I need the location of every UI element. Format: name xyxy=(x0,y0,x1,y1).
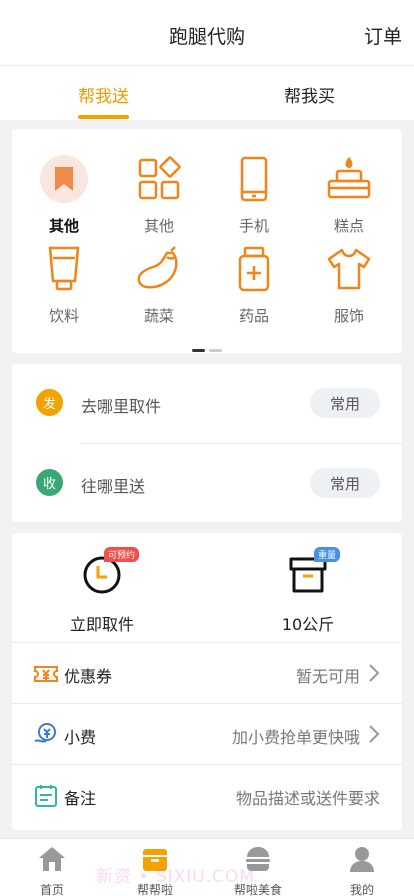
pager-dot xyxy=(209,349,222,352)
tshirt-icon xyxy=(325,245,373,293)
address-card: 发 去哪里取件 常用 收 往哪里送 常用 xyxy=(12,364,402,522)
chevron-right-icon xyxy=(369,664,380,682)
note-label: 备注 xyxy=(64,789,97,808)
medicine-bottle-icon xyxy=(230,245,278,293)
category-clothing[interactable]: 服饰 xyxy=(309,245,389,326)
category-vegetables[interactable]: 蔬菜 xyxy=(119,245,199,326)
weight-tag: 重量 xyxy=(314,547,341,562)
tube-icon xyxy=(40,245,88,293)
category-phone[interactable]: 手机 xyxy=(214,155,294,236)
coupon-label: 优惠券 xyxy=(64,667,113,686)
active-tab-indicator xyxy=(78,115,129,119)
tab-buy[interactable]: 帮我买 xyxy=(284,82,335,107)
note-value[interactable]: 物品描述或送件要求 xyxy=(236,785,380,809)
category-other-selected[interactable]: 其他 xyxy=(24,155,104,236)
reservable-tag: 可预约 xyxy=(104,547,140,562)
category-cake[interactable]: 糕点 xyxy=(309,155,389,236)
dropoff-address-row[interactable]: 收 往哪里送 常用 xyxy=(12,444,402,522)
user-icon xyxy=(350,847,374,872)
dropoff-frequent-button[interactable]: 常用 xyxy=(310,468,380,498)
pickup-address-row[interactable]: 发 去哪里取件 常用 xyxy=(12,364,402,442)
grid-shapes-icon xyxy=(135,155,183,203)
dropoff-badge: 收 xyxy=(36,469,63,496)
order-options-card: 可预约 立即取件 重量 10公斤 优惠券 暂无可用 小费 加小费抢单更快哦 备注… xyxy=(12,533,402,830)
nav-label: 我的 xyxy=(349,883,374,896)
pager-dot-active xyxy=(192,349,205,352)
pickup-time-option[interactable]: 可预约 立即取件 xyxy=(42,547,162,635)
coupon-value: 暂无可用 xyxy=(295,667,360,686)
category-label: 蔬菜 xyxy=(143,307,174,325)
page-title: 跑腿代购 xyxy=(168,26,245,48)
eggplant-icon xyxy=(135,245,183,293)
tip-row[interactable]: 小费 加小费抢单更快哦 xyxy=(12,704,402,765)
pickup-address-placeholder[interactable]: 去哪里取件 xyxy=(81,393,161,417)
category-label: 药品 xyxy=(238,307,269,325)
category-pager xyxy=(192,337,226,356)
pickup-time-label: 立即取件 xyxy=(69,615,134,634)
note-icon xyxy=(35,785,57,807)
category-label: 其他 xyxy=(48,217,79,235)
coupon-row[interactable]: 优惠券 暂无可用 xyxy=(12,643,402,704)
nav-label: 首页 xyxy=(39,883,64,896)
tip-value: 加小费抢单更快哦 xyxy=(231,728,360,747)
orders-link[interactable]: 订单 xyxy=(364,22,402,49)
home-icon xyxy=(39,847,65,871)
top-bar: 跑腿代购 订单 xyxy=(0,0,414,66)
category-label: 糕点 xyxy=(333,217,364,235)
category-label: 饮料 xyxy=(48,307,79,325)
category-drinks[interactable]: 饮料 xyxy=(24,245,104,326)
pickup-badge: 发 xyxy=(36,389,63,416)
category-label: 其他 xyxy=(143,217,174,235)
note-row[interactable]: 备注 物品描述或送件要求 xyxy=(12,765,402,826)
category-label: 手机 xyxy=(238,217,269,235)
watermark: 新资 • SIXIU.COM xyxy=(96,867,256,887)
category-medicine[interactable]: 药品 xyxy=(214,245,294,326)
phone-icon xyxy=(230,155,278,203)
category-label: 服饰 xyxy=(333,307,364,325)
category-card: 其他 其他 手机 糕点 饮料 蔬菜 药品 服饰 xyxy=(12,129,402,353)
chevron-right-icon xyxy=(369,725,380,743)
weight-label: 10公斤 xyxy=(281,615,335,634)
dropoff-address-placeholder[interactable]: 往哪里送 xyxy=(81,473,145,497)
cake-icon xyxy=(325,155,373,203)
tip-label: 小费 xyxy=(64,728,97,747)
coupon-icon xyxy=(34,666,58,682)
pickup-frequent-button[interactable]: 常用 xyxy=(310,388,380,418)
nav-home[interactable]: 首页 xyxy=(7,845,97,896)
tab-send[interactable]: 帮我送 xyxy=(78,82,129,107)
category-other[interactable]: 其他 xyxy=(119,155,199,236)
time-weight-section: 可预约 立即取件 重量 10公斤 xyxy=(12,533,402,643)
bookmark-icon xyxy=(40,155,88,203)
tip-money-icon xyxy=(34,723,56,743)
nav-mine[interactable]: 我的 xyxy=(317,845,407,896)
mode-tabs: 帮我送 帮我买 xyxy=(0,66,414,120)
weight-option[interactable]: 重量 10公斤 xyxy=(248,547,368,635)
